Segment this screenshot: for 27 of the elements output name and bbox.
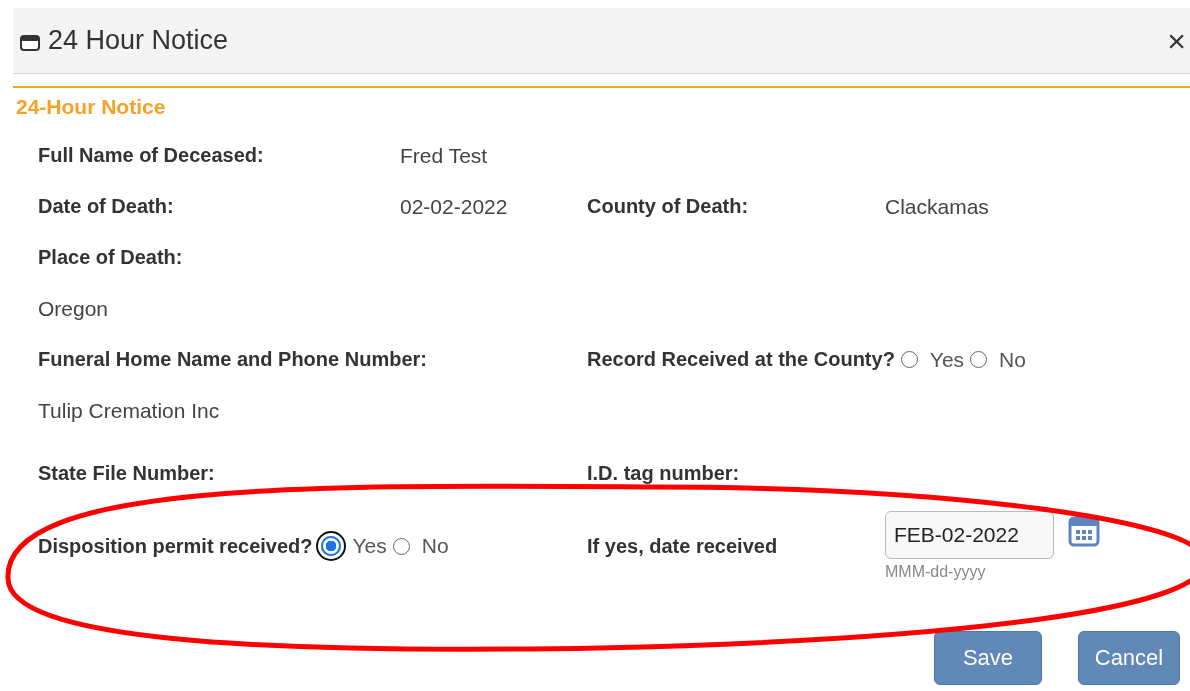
field-value: 02-02-2022 [400, 194, 508, 219]
radio-label: No [421, 534, 449, 558]
dialog-title: 24 Hour Notice [48, 25, 229, 56]
field-label: Disposition permit received? [38, 534, 313, 558]
field-value: Clackamas [885, 194, 989, 219]
field-label: If yes, date received [587, 534, 779, 558]
field-value: Tulip Cremation Inc [38, 398, 220, 423]
field-label: Funeral Home Name and Phone Number: [38, 348, 427, 371]
field-label: Place of Death: [38, 246, 183, 269]
dialog-button[interactable]: Cancel [1078, 631, 1180, 685]
radio-label: Yes [929, 347, 965, 372]
section-heading: 24-Hour Notice [15, 94, 167, 120]
field-label: State File Number: [38, 462, 215, 485]
close-button[interactable]: × [1167, 26, 1186, 56]
date-format-hint: MMM-dd-yyyy [885, 563, 987, 581]
radio-label: No [999, 347, 1026, 372]
field-label: Record Received at the County? [587, 348, 895, 371]
field-label: Date of Death: [38, 195, 175, 218]
field-label: I.D. tag number: [587, 462, 740, 485]
window-icon [20, 34, 40, 51]
field-value: Fred Test [400, 143, 488, 168]
field-label: County of Death: [587, 195, 750, 218]
field-label: Full Name of Deceased: [38, 144, 265, 167]
date-field[interactable]: FEB-02-2022 [885, 511, 1054, 559]
radio-label: Yes [352, 534, 387, 558]
dialog-button[interactable]: Save [934, 631, 1042, 685]
field-value: Oregon [38, 296, 109, 321]
